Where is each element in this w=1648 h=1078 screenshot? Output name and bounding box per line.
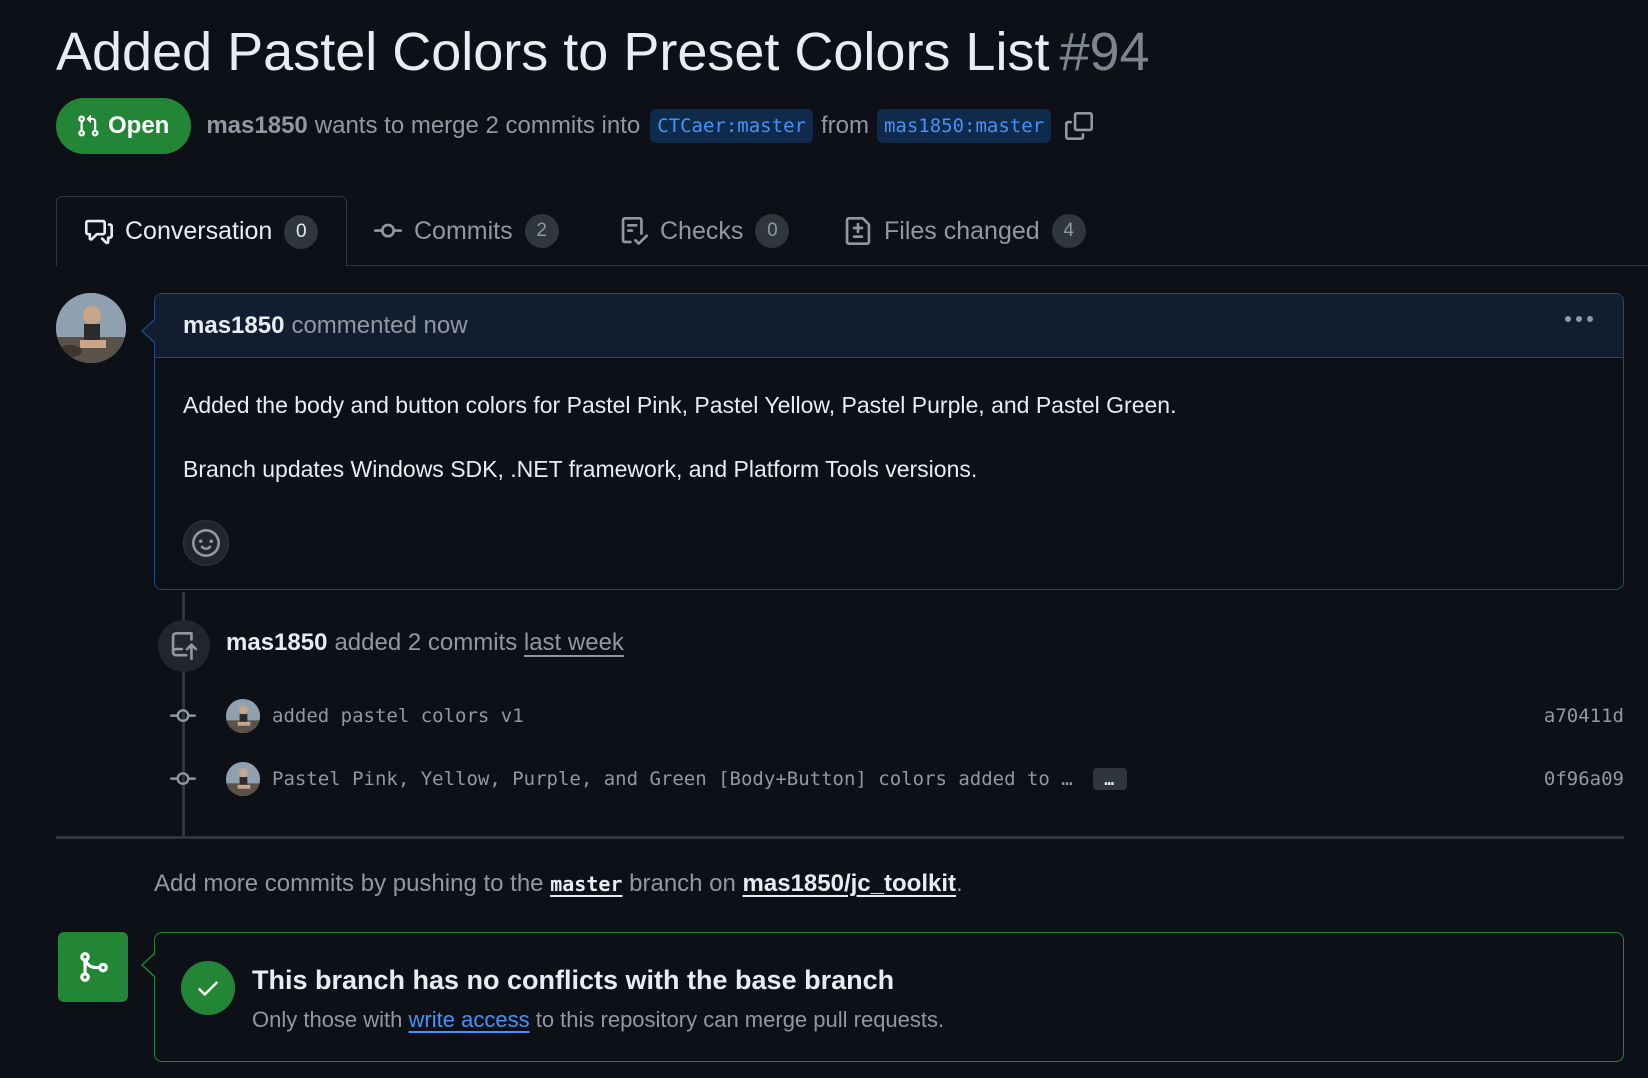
merge-sub-prefix: Only those with — [252, 1007, 403, 1032]
push-hint-repo-link[interactable]: mas1850/jc_toolkit — [743, 870, 956, 897]
copy-icon — [1065, 112, 1094, 140]
comment-paragraph: Added the body and button colors for Pas… — [183, 392, 1177, 418]
tab-counter: 0 — [284, 214, 319, 249]
event-action: added 2 commits — [334, 629, 518, 656]
timeline-divider — [56, 836, 1624, 839]
expand-commit-button[interactable]: … — [1092, 768, 1127, 791]
push-event-icon-wrapper — [158, 620, 210, 672]
head-branch[interactable]: mas1850:master — [876, 109, 1052, 143]
commit-row: Pastel Pink, Yellow, Purple, and Green [… — [166, 759, 1624, 799]
commits-event-text: mas1850 added 2 commits last week — [226, 629, 624, 657]
tab-label: Conversation — [125, 217, 273, 245]
check-circle — [181, 961, 235, 1015]
base-branch[interactable]: CTCaer:master — [650, 109, 813, 143]
commit-author-avatar[interactable] — [226, 699, 260, 733]
push-hint-branch[interactable]: master — [550, 872, 622, 896]
tab-commits[interactable]: Commits 2 — [374, 196, 559, 266]
event-timestamp[interactable]: last week — [524, 629, 624, 656]
push-hint-prefix: Add more commits by pushing to the — [154, 870, 544, 897]
commit-row: added pastel colors v1 a70411d — [166, 696, 1624, 736]
tab-checks[interactable]: Checks 0 — [620, 196, 790, 266]
avatar-photo — [226, 762, 260, 796]
avatar[interactable] — [56, 293, 126, 363]
comment-author-link[interactable]: mas1850 — [183, 312, 284, 340]
tab-counter: 0 — [755, 214, 790, 248]
merge-icon-box — [58, 932, 128, 1002]
file-diff-icon — [845, 217, 871, 245]
git-merge-icon — [80, 952, 108, 982]
repo-push-icon — [171, 632, 198, 660]
commit-node — [166, 766, 200, 792]
comment-discussion-icon — [85, 219, 113, 244]
comment-header: mas1850 commented now — [155, 294, 1623, 358]
tab-counter: 4 — [1051, 214, 1086, 248]
tab-conversation[interactable]: Conversation 0 — [56, 196, 348, 267]
tab-label: Checks — [660, 216, 744, 245]
pr-author-link[interactable]: mas1850 — [206, 112, 307, 140]
write-access-link[interactable]: write access — [409, 1007, 530, 1032]
comment-body: Added the body and button colors for Pas… — [155, 358, 1623, 484]
commit-author-avatar[interactable] — [226, 762, 260, 796]
add-reaction-button[interactable] — [183, 520, 229, 566]
comment-paragraph: Branch updates Windows SDK, .NET framewo… — [183, 456, 978, 482]
checklist-icon — [621, 217, 648, 245]
push-hint-suffix: . — [956, 870, 963, 897]
kebab-dot — [1565, 316, 1571, 322]
smiley-icon — [192, 529, 220, 557]
comment-timestamp[interactable]: commented now — [291, 312, 467, 340]
push-hint-middle: branch on — [629, 870, 736, 897]
from-text: from — [820, 112, 869, 139]
pr-tabs: Conversation 0 Commits 2 Checks 0 Files … — [56, 196, 1648, 267]
comment-options-button[interactable] — [1565, 316, 1593, 322]
tab-files-changed[interactable]: Files changed 4 — [844, 196, 1086, 266]
event-author-link[interactable]: mas1850 — [226, 629, 327, 656]
git-commit-icon — [170, 709, 196, 723]
kebab-dot — [1576, 316, 1582, 322]
state-label: Open — [108, 112, 170, 139]
pr-summary: wants to merge 2 commits into — [314, 112, 641, 139]
merge-status-title: This branch has no conflicts with the ba… — [252, 965, 895, 995]
git-pull-request-icon — [78, 114, 99, 137]
comment-box: mas1850 commented now Added the body and… — [154, 293, 1624, 590]
tab-label: Commits — [414, 216, 513, 245]
commit-node — [166, 703, 200, 729]
merge-pointer-fill — [143, 953, 156, 977]
commit-message-wrapper: Pastel Pink, Yellow, Purple, and Green [… — [272, 768, 1127, 791]
avatar-photo — [56, 293, 126, 363]
pr-title: Added Pastel Colors to Preset Colors Lis… — [56, 22, 1050, 82]
commit-sha-link[interactable]: 0f96a09 — [1544, 768, 1624, 790]
git-commit-icon — [374, 223, 402, 238]
pr-number: #94 — [1059, 22, 1150, 82]
git-commit-icon — [170, 772, 196, 786]
tab-label: Files changed — [884, 216, 1040, 245]
kebab-dot — [1587, 316, 1593, 322]
merge-sub-suffix: to this repository can merge pull reques… — [535, 1007, 945, 1032]
comment-pointer-fill — [143, 319, 156, 343]
commit-message-link[interactable]: added pastel colors v1 — [272, 705, 524, 727]
avatar-photo — [226, 699, 260, 733]
push-hint: Add more commits by pushing to the maste… — [154, 870, 963, 898]
state-badge: Open — [56, 98, 192, 154]
commit-sha-link[interactable]: a70411d — [1544, 705, 1624, 727]
pr-title-row: Added Pastel Colors to Preset Colors Lis… — [56, 18, 1150, 86]
merge-status-box: This branch has no conflicts with the ba… — [154, 932, 1624, 1062]
merge-status-subtitle: Only those with write access to this rep… — [252, 1007, 944, 1033]
tab-counter: 2 — [524, 214, 559, 248]
commit-message-link[interactable]: Pastel Pink, Yellow, Purple, and Green [… — [272, 768, 1073, 790]
check-icon — [198, 981, 218, 996]
copy-branch-button[interactable] — [1065, 112, 1094, 140]
pr-meta: Open mas1850 wants to merge 2 commits in… — [56, 98, 1094, 154]
